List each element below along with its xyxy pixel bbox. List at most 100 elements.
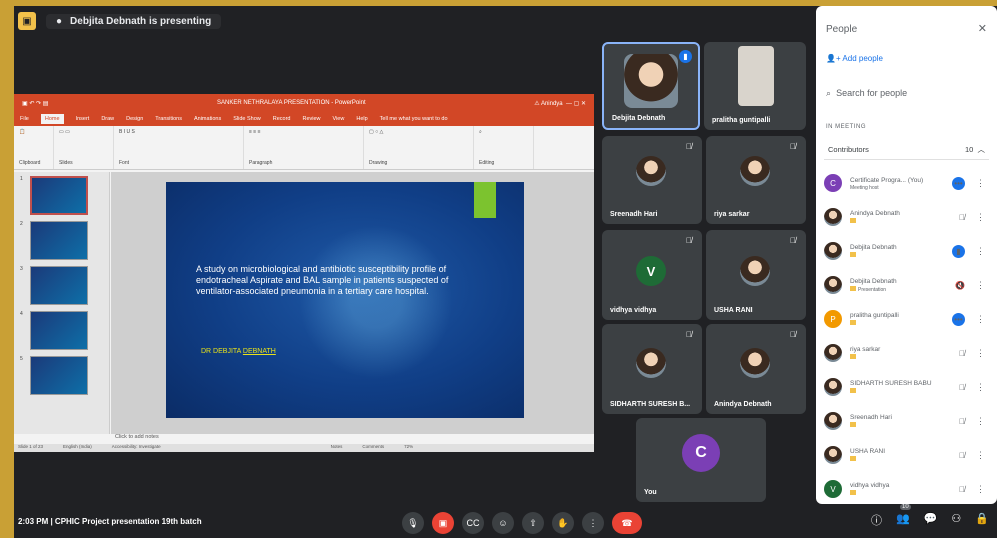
mic-off-icon[interactable]: 🎙̸ bbox=[959, 417, 965, 426]
avatar bbox=[824, 242, 842, 260]
kebab-menu-icon[interactable]: ⋮ bbox=[976, 314, 985, 325]
kebab-menu-icon[interactable]: ⋮ bbox=[976, 246, 985, 257]
slide-thumb[interactable]: 4 bbox=[20, 311, 105, 350]
end-call-button[interactable]: ☎ bbox=[612, 512, 642, 534]
kebab-menu-icon[interactable]: ⋮ bbox=[976, 450, 985, 461]
ppt-tab-record[interactable]: Record bbox=[273, 116, 291, 122]
host-controls-icon[interactable]: 🔒 bbox=[975, 512, 989, 528]
avatar bbox=[824, 412, 842, 430]
tile-name: SIDHARTH SURESH B... bbox=[610, 401, 691, 408]
people-icon[interactable]: 👥 10 bbox=[896, 504, 911, 528]
video-tile-usha[interactable]: 🎙̸ USHA RANI bbox=[706, 230, 806, 320]
slide-thumb[interactable]: 3 bbox=[20, 266, 105, 305]
video-tile-sreenadh[interactable]: 🎙̸ Sreenadh Hari bbox=[602, 136, 702, 224]
mic-off-icon[interactable]: 🎙̸ bbox=[959, 213, 965, 222]
close-icon[interactable]: ✕ bbox=[978, 22, 987, 35]
participant-row[interactable]: V vidhya vidhya 🎙̸ ⋮ bbox=[824, 472, 989, 506]
mic-off-icon[interactable]: 🎙̸ bbox=[959, 451, 965, 460]
ribbon-font[interactable]: B I U S Font bbox=[114, 126, 244, 169]
kebab-menu-icon[interactable]: ⋮ bbox=[976, 212, 985, 223]
contributors-section[interactable]: Contributors 10 ︿ bbox=[824, 140, 989, 160]
participant-row[interactable]: Debjita Debnath Presentation 🔇 ⋮ bbox=[824, 268, 989, 302]
participant-row[interactable]: P pralitha guntipalli ••• ⋮ bbox=[824, 302, 989, 336]
kebab-menu-icon[interactable]: ⋮ bbox=[976, 416, 985, 427]
slide-thumb[interactable]: 2 bbox=[20, 221, 105, 260]
volume-off-icon[interactable]: 🔇 bbox=[955, 281, 965, 290]
participant-row[interactable]: Sreenadh Hari 🎙̸ ⋮ bbox=[824, 404, 989, 438]
ppt-tab-view[interactable]: View bbox=[333, 116, 345, 122]
video-tile-debjita[interactable]: ▮ Debjita Debnath bbox=[602, 42, 700, 130]
camera-off-icon[interactable]: ▣ bbox=[432, 512, 454, 534]
participant-row[interactable]: riya sarkar 🎙̸ ⋮ bbox=[824, 336, 989, 370]
slide-canvas: A study on microbiological and antibioti… bbox=[111, 172, 594, 434]
video-tile-riya[interactable]: 🎙̸ riya sarkar bbox=[706, 136, 806, 224]
current-slide[interactable]: A study on microbiological and antibioti… bbox=[166, 182, 524, 418]
emoji-icon[interactable]: ☺ bbox=[492, 512, 514, 534]
ppt-tab-draw[interactable]: Draw bbox=[101, 116, 114, 122]
participant-row[interactable]: SIDHARTH SURESH BABU 🎙̸ ⋮ bbox=[824, 370, 989, 404]
search-people-input[interactable]: ⌕ Search for people bbox=[826, 88, 986, 99]
participant-row[interactable]: Debjita Debnath ▮ ⋮ bbox=[824, 234, 989, 268]
video-tile-pralitha[interactable]: pralitha guntipalli bbox=[704, 42, 806, 130]
video-tile-anindya[interactable]: 🎙̸ Anindya Debnath bbox=[706, 324, 806, 414]
status-zoom[interactable]: 72% bbox=[404, 444, 413, 452]
kebab-menu-icon[interactable]: ⋮ bbox=[976, 178, 985, 189]
status-accessibility[interactable]: Accessibility: Investigate bbox=[112, 444, 161, 452]
chevron-up-icon: ︿ bbox=[977, 145, 986, 154]
present-icon[interactable]: ▣ bbox=[18, 12, 36, 30]
participant-row[interactable]: USHA RANI 🎙̸ ⋮ bbox=[824, 438, 989, 472]
mic-off-icon[interactable]: 🎙̸ bbox=[959, 383, 965, 392]
kebab-menu-icon[interactable]: ⋮ bbox=[976, 484, 985, 495]
ribbon-clipboard[interactable]: 📋 Clipboard bbox=[14, 126, 54, 169]
ribbon-drawing[interactable]: ▢ ○ △ Drawing bbox=[364, 126, 474, 169]
raise-hand-icon[interactable]: ✋ bbox=[552, 512, 574, 534]
ribbon-editing[interactable]: ⌕ Editing bbox=[474, 126, 534, 169]
participant-list: C Certificate Progra... (You) Meeting hos… bbox=[824, 166, 989, 506]
avatar bbox=[740, 256, 770, 286]
video-tile-self[interactable]: C You bbox=[636, 418, 766, 502]
ppt-tell-me[interactable]: Tell me what you want to do bbox=[380, 116, 448, 122]
kebab-menu-icon[interactable]: ⋮ bbox=[976, 348, 985, 359]
avatar bbox=[636, 156, 666, 186]
avatar: V bbox=[636, 256, 666, 286]
add-people-button[interactable]: 👤+ Add people bbox=[826, 54, 883, 63]
kebab-menu-icon[interactable]: ⋮ bbox=[976, 280, 985, 291]
contributors-label: Contributors bbox=[828, 145, 869, 154]
activities-icon[interactable]: ⚇ bbox=[951, 512, 961, 528]
present-screen-icon[interactable]: ⇧ bbox=[522, 512, 544, 534]
ribbon-paragraph[interactable]: ≡ ≡ ≡ Paragraph bbox=[244, 126, 364, 169]
mic-off-icon[interactable]: 🎙̸ bbox=[959, 349, 965, 358]
video-tile-vidhya[interactable]: V 🎙̸ vidhya vidhya bbox=[602, 230, 702, 320]
presenting-chip[interactable]: ● Debjita Debnath is presenting bbox=[46, 13, 222, 29]
ppt-tab-transitions[interactable]: Transitions bbox=[155, 116, 182, 122]
participant-row[interactable]: C Certificate Progra... (You) Meeting hos… bbox=[824, 166, 989, 200]
ppt-tab-help[interactable]: Help bbox=[356, 116, 367, 122]
mic-off-icon[interactable]: 🎙̸ bbox=[959, 485, 965, 494]
participant-row[interactable]: Anindya Debnath 🎙̸ ⋮ bbox=[824, 200, 989, 234]
ppt-quick-access: ▣ ↶ ↷ ▤ bbox=[22, 100, 49, 107]
ppt-tab-review[interactable]: Review bbox=[302, 116, 320, 122]
slide-thumb[interactable]: 5 bbox=[20, 356, 105, 395]
ppt-tab-animations[interactable]: Animations bbox=[194, 116, 221, 122]
more-options-icon[interactable]: ⋮ bbox=[582, 512, 604, 534]
ppt-tab-insert[interactable]: Insert bbox=[76, 116, 90, 122]
captions-icon[interactable]: CC bbox=[462, 512, 484, 534]
status-notes[interactable]: Notes bbox=[331, 444, 343, 452]
mic-icon[interactable]: 🎙 bbox=[402, 512, 424, 534]
ppt-tab-design[interactable]: Design bbox=[126, 116, 143, 122]
info-icon[interactable]: ⓘ bbox=[871, 512, 882, 528]
ppt-tab-slideshow[interactable]: Slide Show bbox=[233, 116, 261, 122]
notes-pane[interactable]: Click to add notes bbox=[111, 434, 594, 444]
kebab-menu-icon[interactable]: ⋮ bbox=[976, 382, 985, 393]
status-comments[interactable]: Comments bbox=[362, 444, 384, 452]
slide-thumb[interactable]: 1 bbox=[20, 176, 105, 215]
video-tile-sidharth[interactable]: 🎙̸ SIDHARTH SURESH B... bbox=[602, 324, 702, 414]
ribbon-slides[interactable]: ▭ ▭ Slides bbox=[54, 126, 114, 169]
speaking-icon: ▮ bbox=[952, 244, 965, 258]
slide-title-text: A study on microbiological and antibioti… bbox=[196, 264, 449, 296]
ppt-tab-home[interactable]: Home bbox=[40, 114, 64, 124]
status-language: English (India) bbox=[63, 444, 92, 449]
ppt-tab-file[interactable]: File bbox=[20, 116, 29, 122]
chat-icon[interactable]: 💬 bbox=[924, 512, 938, 528]
slide-author: DR DEBJITA DEBNATH bbox=[201, 348, 276, 355]
